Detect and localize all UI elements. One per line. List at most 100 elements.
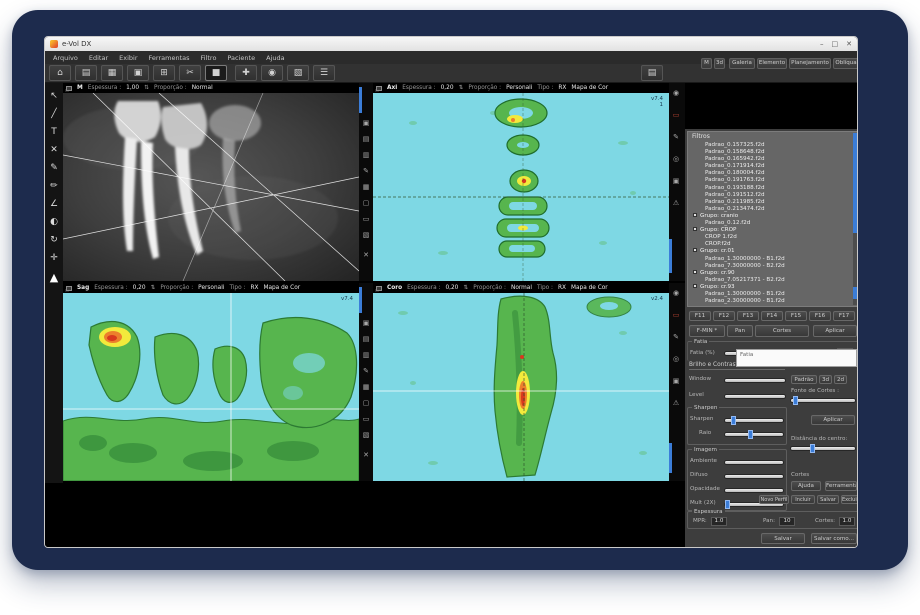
list-item[interactable]: CROP.f2d [688, 241, 852, 248]
vp3-spinner-icon[interactable]: ⇅ [151, 285, 156, 291]
preset-f17-button[interactable]: F17 [833, 311, 855, 321]
vp4-print-icon[interactable]: ▣ [671, 377, 681, 386]
list-group[interactable]: Grupo: cr.01 [688, 248, 852, 255]
fonte-cortes-slider[interactable] [791, 399, 855, 402]
sharpen-slider-thumb[interactable] [731, 416, 736, 425]
strip2-capture-icon[interactable]: ▣ [361, 319, 371, 328]
list-item[interactable]: Padrao_0.193188.f2d [688, 185, 852, 192]
strip1-bar-icon[interactable]: ▭ [361, 215, 371, 224]
ajuda-button[interactable]: Ajuda [791, 481, 821, 491]
checkbox-icon[interactable] [693, 270, 697, 274]
tab-m[interactable]: M [701, 58, 712, 69]
raio-slider[interactable] [725, 433, 783, 436]
filters-scrollbar[interactable] [853, 133, 857, 305]
angle-tool-icon[interactable]: ∠ [47, 197, 61, 211]
strip1-fill-icon[interactable]: ▧ [361, 231, 371, 240]
list-group[interactable]: Grupo: cr.90 [688, 270, 852, 277]
list-group[interactable]: Grupo: cr.93 [688, 284, 852, 291]
strip2-close-icon[interactable]: ✕ [361, 451, 371, 460]
level-slider[interactable] [725, 395, 785, 398]
vp4-espessura-value[interactable]: 0,20 [445, 285, 458, 291]
checkbox-icon[interactable] [693, 248, 697, 252]
vp2-proporcao-value[interactable]: Personali [506, 85, 532, 91]
3d-tab[interactable]: 3d [819, 375, 832, 384]
vp2-axial-colormap-image[interactable]: v7.4 1 [373, 93, 669, 281]
novo-perfil-button[interactable]: Novo Perfil [759, 495, 789, 504]
raio-slider-thumb[interactable] [748, 430, 753, 439]
tab-elemento[interactable]: Elemento [757, 58, 787, 69]
3d-view-icon[interactable]: ◉ [261, 65, 283, 81]
vp4-draw-icon[interactable]: ✎ [671, 333, 681, 342]
vp1-radiograph-image[interactable] [63, 93, 359, 281]
preset-f11-button[interactable]: F11 [689, 311, 711, 321]
list-item[interactable]: Padrao_0.180004.f2d [688, 170, 852, 177]
list-item[interactable]: Padrao_0.12.f2d [688, 220, 852, 227]
vp4-proporcao-value[interactable]: Normal [511, 285, 532, 291]
preset-f14-button[interactable]: F14 [761, 311, 783, 321]
vp4-name[interactable]: Coro [387, 285, 402, 291]
checkbox-icon[interactable] [693, 284, 697, 288]
rotate-tool-icon[interactable]: ↻ [47, 233, 61, 247]
add-icon[interactable]: ✚ [235, 65, 257, 81]
vp2-tipo-value[interactable]: RX [558, 85, 566, 91]
vp2-mapa-value[interactable]: Mapa de Cor [571, 85, 608, 91]
select-tool-icon[interactable]: ↖ [47, 89, 61, 103]
maximize-button[interactable]: □ [832, 40, 839, 48]
menu-paciente[interactable]: Paciente [227, 54, 255, 62]
vp4-capture-icon[interactable]: ◉ [671, 289, 681, 298]
checkbox-icon[interactable] [693, 227, 697, 231]
checkbox-icon[interactable] [693, 213, 697, 217]
list-group[interactable]: Grupo: cranio [688, 213, 852, 220]
crop-icon[interactable]: ✂ [179, 65, 201, 81]
vp2-capture-icon[interactable]: ◉ [671, 89, 681, 98]
pencil-tool-icon[interactable]: ✎ [47, 161, 61, 175]
vp4-resize-icon[interactable] [376, 286, 382, 291]
export-layout-icon[interactable]: ▤ [641, 65, 663, 81]
opacidade-slider[interactable] [725, 489, 783, 492]
single-view-icon[interactable]: ■ [205, 65, 227, 81]
vp2-warning-icon[interactable]: ⚠ [671, 199, 681, 208]
strip1-draw-icon[interactable]: ✎ [361, 167, 371, 176]
padrao-tab[interactable]: Padrão [791, 375, 817, 384]
strip1-close-icon[interactable]: ✕ [361, 251, 371, 260]
fmin-button[interactable]: F-MIN * [689, 325, 725, 337]
cortes-button[interactable]: Cortes [755, 325, 809, 337]
list-item[interactable]: Padrao_0.158648.f2d [688, 149, 852, 156]
pan-value[interactable]: 10 [779, 517, 795, 526]
strip2-bar-icon[interactable]: ▭ [361, 415, 371, 424]
2d-tab[interactable]: 2d [834, 375, 847, 384]
preset-f16-button[interactable]: F16 [809, 311, 831, 321]
vp2-scrollbar-thumb[interactable] [669, 239, 672, 273]
list-item[interactable]: Padrao_7.05217371 - B2.f2d [688, 277, 852, 284]
vp4-coronal-colormap-image[interactable]: v2.4 [373, 293, 669, 481]
strip2-table-icon[interactable]: ▦ [361, 383, 371, 392]
vp2-print-icon[interactable]: ▣ [671, 177, 681, 186]
list-item[interactable]: CROP 1.f2d [688, 234, 852, 241]
strip2-fill-icon[interactable]: ▧ [361, 431, 371, 440]
sharpen-slider[interactable] [725, 419, 783, 422]
preset-f12-button[interactable]: F12 [713, 311, 735, 321]
delete-tool-icon[interactable]: ✕ [47, 143, 61, 157]
tab-planejamento[interactable]: Planejamento [789, 58, 831, 69]
vp1-name[interactable]: M [77, 85, 83, 91]
vp3-tipo-value[interactable]: RX [250, 285, 258, 291]
print-icon[interactable]: ▣ [127, 65, 149, 81]
ferramenta-button[interactable]: Ferramenta [825, 481, 857, 491]
aplicar-filtro-button[interactable]: Aplicar [813, 325, 857, 337]
vp4-spinner-icon[interactable]: ⇅ [463, 285, 468, 291]
pan-button[interactable]: Pan [727, 325, 753, 337]
text-tool-icon[interactable]: T [47, 125, 61, 139]
menu-ferramentas[interactable]: Ferramentas [149, 54, 190, 62]
vp3-proporcao-value[interactable]: Personali [198, 285, 224, 291]
save-icon[interactable]: ▦ [101, 65, 123, 81]
strip1-grid-icon[interactable]: ▤ [361, 135, 371, 144]
vp2-resize-icon[interactable] [376, 86, 382, 91]
list-item[interactable]: Padrao_1.30000000 - B1.f2d [688, 256, 852, 263]
aplicar-button[interactable]: Aplicar [811, 415, 855, 425]
preset-f13-button[interactable]: F13 [737, 311, 759, 321]
vp4-tipo-value[interactable]: RX [558, 285, 566, 291]
move-tool-icon[interactable]: ✛ [47, 251, 61, 265]
vp4-ruler-icon[interactable]: ▭ [671, 311, 681, 320]
open-icon[interactable]: ▤ [75, 65, 97, 81]
cortes-value[interactable]: 1.0 [839, 517, 855, 526]
